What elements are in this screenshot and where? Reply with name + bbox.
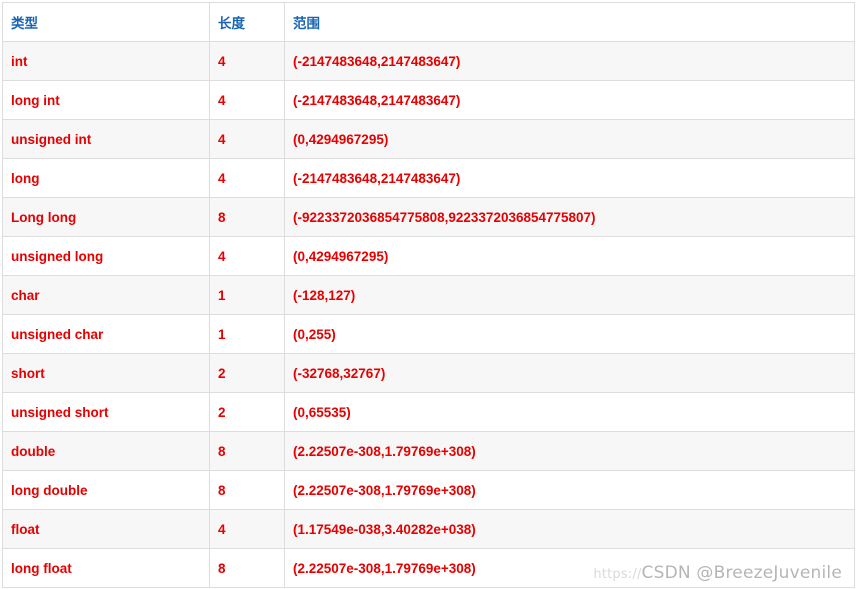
data-types-table: 类型 长度 范围 int 4 (-2147483648,2147483647) … — [2, 2, 855, 588]
cell-length: 4 — [209, 80, 285, 120]
cell-range: (-2147483648,2147483647) — [284, 41, 855, 81]
table-header-row: 类型 长度 范围 — [2, 2, 855, 42]
cell-range: (-2147483648,2147483647) — [284, 80, 855, 120]
cell-range: (0,255) — [284, 314, 855, 354]
cell-length: 1 — [209, 275, 285, 315]
cell-length: 8 — [209, 197, 285, 237]
table-row: long int 4 (-2147483648,2147483647) — [2, 80, 855, 120]
table-body: int 4 (-2147483648,2147483647) long int … — [2, 41, 855, 588]
cell-range: (2.22507e-308,1.79769e+308) — [284, 431, 855, 471]
watermark-text: CSDN @BreezeJuvenile — [641, 563, 842, 583]
watermark: https://CSDN @BreezeJuvenile — [593, 563, 842, 583]
cell-length: 4 — [209, 41, 285, 81]
table-row: long double 8 (2.22507e-308,1.79769e+308… — [2, 470, 855, 510]
cell-type: unsigned short — [2, 392, 210, 432]
cell-type: float — [2, 509, 210, 549]
cell-type: short — [2, 353, 210, 393]
cell-range: (0,4294967295) — [284, 119, 855, 159]
table-row: char 1 (-128,127) — [2, 275, 855, 315]
watermark-prefix: https:// — [593, 567, 642, 582]
cell-type: long double — [2, 470, 210, 510]
cell-type: unsigned int — [2, 119, 210, 159]
cell-range: (-9223372036854775808,922337203685477580… — [284, 197, 855, 237]
cell-length: 1 — [209, 314, 285, 354]
cell-length: 4 — [209, 119, 285, 159]
cell-length: 8 — [209, 431, 285, 471]
header-range: 范围 — [284, 2, 855, 42]
table-row: short 2 (-32768,32767) — [2, 353, 855, 393]
cell-range: (-128,127) — [284, 275, 855, 315]
cell-range: (-2147483648,2147483647) — [284, 158, 855, 198]
cell-range: (0,65535) — [284, 392, 855, 432]
cell-length: 2 — [209, 392, 285, 432]
cell-type: long — [2, 158, 210, 198]
table-row: unsigned char 1 (0,255) — [2, 314, 855, 354]
cell-type: unsigned long — [2, 236, 210, 276]
table-row: float 4 (1.17549e-038,3.40282e+038) — [2, 509, 855, 549]
cell-range: (2.22507e-308,1.79769e+308) — [284, 470, 855, 510]
cell-length: 8 — [209, 470, 285, 510]
table-row: unsigned int 4 (0,4294967295) — [2, 119, 855, 159]
table-row: double 8 (2.22507e-308,1.79769e+308) — [2, 431, 855, 471]
cell-type: int — [2, 41, 210, 81]
cell-length: 8 — [209, 548, 285, 588]
data-types-table-container: 类型 长度 范围 int 4 (-2147483648,2147483647) … — [2, 2, 855, 588]
table-row: unsigned short 2 (0,65535) — [2, 392, 855, 432]
cell-type: unsigned char — [2, 314, 210, 354]
cell-range: (1.17549e-038,3.40282e+038) — [284, 509, 855, 549]
cell-type: double — [2, 431, 210, 471]
table-row: Long long 8 (-9223372036854775808,922337… — [2, 197, 855, 237]
table-row: int 4 (-2147483648,2147483647) — [2, 41, 855, 81]
header-length: 长度 — [209, 2, 285, 42]
cell-type: long float — [2, 548, 210, 588]
cell-length: 4 — [209, 158, 285, 198]
cell-type: long int — [2, 80, 210, 120]
cell-range: (0,4294967295) — [284, 236, 855, 276]
cell-type: char — [2, 275, 210, 315]
table-row: long 4 (-2147483648,2147483647) — [2, 158, 855, 198]
cell-range: (-32768,32767) — [284, 353, 855, 393]
cell-length: 4 — [209, 236, 285, 276]
header-type: 类型 — [2, 2, 210, 42]
cell-type: Long long — [2, 197, 210, 237]
cell-length: 4 — [209, 509, 285, 549]
cell-length: 2 — [209, 353, 285, 393]
table-row: unsigned long 4 (0,4294967295) — [2, 236, 855, 276]
